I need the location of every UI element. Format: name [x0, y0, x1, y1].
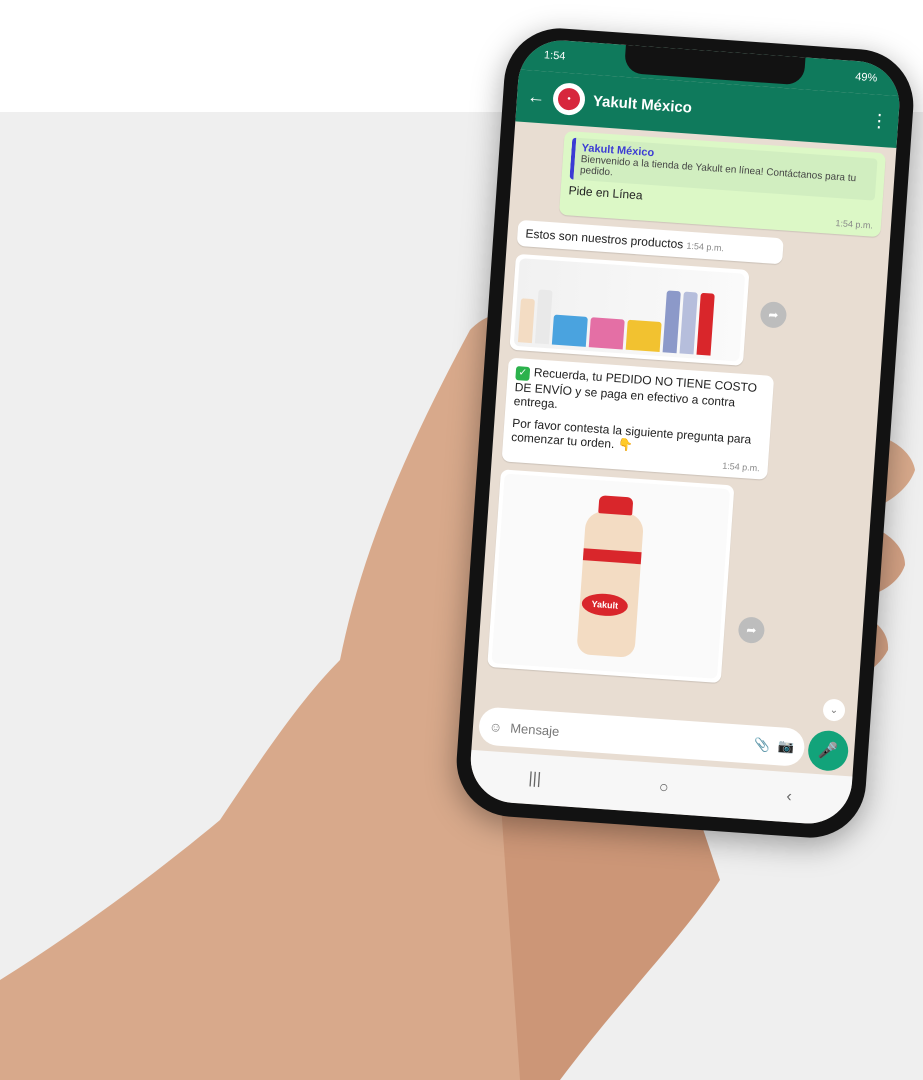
back-icon[interactable]: ‹: [786, 788, 793, 806]
phone-screen: 1:54 49% ← ● Yakult México ⋮ Yakult Méxi…: [467, 37, 903, 827]
back-arrow-icon[interactable]: ←: [526, 86, 545, 108]
product-bottle: [517, 298, 535, 344]
message-input[interactable]: Mensaje: [510, 720, 747, 751]
bottle-image[interactable]: Yakult: [491, 473, 731, 679]
message-reminder[interactable]: ✓ Recuerda, tu PEDIDO NO TIENE COSTO DE E…: [501, 357, 775, 480]
product-pack: [588, 317, 625, 350]
bottle-body: [576, 510, 645, 659]
product-bottle: [696, 292, 715, 356]
check-icon: ✓: [515, 366, 531, 382]
message-time: 1:54 p.m.: [686, 240, 725, 254]
bottle-image-message[interactable]: Yakult ➦: [487, 469, 766, 684]
message-order[interactable]: Yakult México Bienvenido a la tienda de …: [558, 130, 886, 238]
bottle-band: [582, 548, 642, 565]
product-bottle: [534, 289, 553, 345]
menu-dots-icon[interactable]: ⋮: [870, 110, 889, 132]
product-pack: [551, 314, 588, 347]
product-pack: [625, 319, 662, 353]
status-time: 1:54: [543, 49, 566, 63]
product-bottle: [662, 290, 681, 354]
camera-icon[interactable]: 📷: [778, 738, 795, 755]
products-image-message[interactable]: ➦: [509, 253, 788, 366]
yakult-logo-icon: ●: [557, 87, 581, 111]
emoji-icon[interactable]: ☺: [489, 719, 503, 735]
battery-status: 49%: [854, 71, 878, 85]
chat-area: Yakult México Bienvenido a la tienda de …: [475, 121, 897, 730]
mic-button[interactable]: 🎤: [806, 729, 850, 773]
bottle-cap: [598, 495, 634, 516]
home-icon[interactable]: ○: [658, 779, 669, 798]
products-text: Estos son nuestros productos: [525, 226, 684, 252]
phone: 1:54 49% ← ● Yakult México ⋮ Yakult Méxi…: [452, 24, 918, 842]
products-image[interactable]: [513, 258, 746, 362]
contact-name[interactable]: Yakult México: [592, 92, 863, 128]
reminder-text: Recuerda, tu PEDIDO NO TIENE COSTO DE EN…: [513, 365, 758, 412]
avatar[interactable]: ●: [551, 82, 587, 117]
forward-icon[interactable]: ➦: [737, 616, 766, 644]
product-bottle: [679, 291, 698, 355]
yakult-bottle: Yakult: [572, 494, 649, 659]
forward-icon[interactable]: ➦: [759, 301, 788, 329]
attach-icon[interactable]: 📎: [754, 737, 771, 754]
recent-apps-icon[interactable]: |||: [528, 770, 542, 789]
